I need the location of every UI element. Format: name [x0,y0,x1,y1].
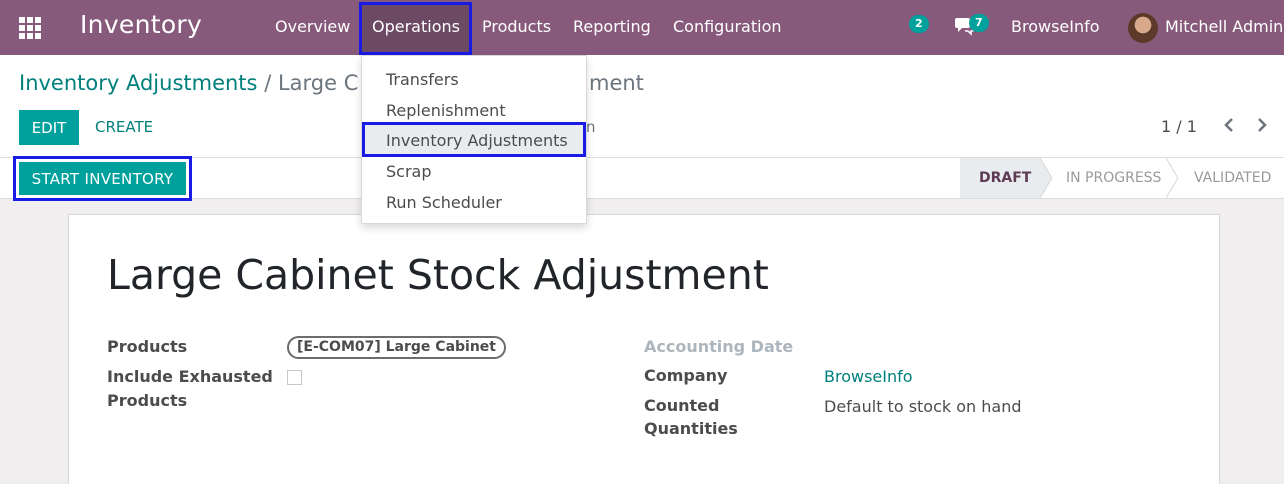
control-panel: Inventory Adjustments / Large C ment EDI… [0,55,1284,158]
stage-in-progress[interactable]: IN PROGRESS [1066,158,1166,198]
menu-configuration[interactable]: Configuration [673,17,782,36]
dropdown-item-inventory-adjustments[interactable]: Inventory Adjustments [386,131,568,150]
activity-badge[interactable]: 2 [909,15,929,33]
status-bar: START INVENTORY DRAFT IN PROGRESS VALIDA… [0,156,1284,201]
edit-button[interactable]: EDIT [19,110,79,145]
app-title[interactable]: Inventory [80,10,202,39]
user-menu[interactable]: Mitchell Admin [1165,17,1283,36]
counted-quantities-value[interactable]: Default to stock on hand [824,397,1022,416]
top-navbar: Inventory Overview Operations Products R… [0,0,1284,55]
dropdown-item-scrap[interactable]: Scrap [386,162,432,181]
products-label: Products [107,337,188,356]
stage-draft[interactable]: DRAFT [960,158,1040,198]
company-label: Company [644,366,728,385]
breadcrumb-parent[interactable]: Inventory Adjustments [19,71,258,95]
menu-reporting[interactable]: Reporting [573,17,651,36]
include-exhausted-checkbox[interactable] [287,370,302,385]
pager-value[interactable]: 1 / 1 [1161,117,1197,136]
dropdown-item-transfers[interactable]: Transfers [386,70,459,89]
breadcrumb: Inventory Adjustments / Large C [19,71,358,95]
menu-overview[interactable]: Overview [275,17,350,36]
form-sheet: Large Cabinet Stock Adjustment Products … [68,214,1220,484]
apps-menu-icon[interactable] [19,17,41,39]
menu-operations[interactable]: Operations [372,17,460,36]
stage-draft-arrow [1040,158,1053,198]
messages-badge[interactable]: 7 [969,14,989,32]
create-button[interactable]: CREATE [95,118,153,136]
record-title[interactable]: Large Cabinet Stock Adjustment [107,251,769,299]
breadcrumb-current: Large C [277,71,359,95]
include-exhausted-label: Include Exhausted [107,367,273,386]
product-tag[interactable]: [E-COM07] Large Cabinet [287,336,506,359]
pager-prev-button[interactable] [1222,115,1236,140]
company-switcher[interactable]: BrowseInfo [1011,17,1100,36]
counted-quantities-label-line2: Quantities [644,419,738,438]
user-avatar[interactable] [1128,13,1158,43]
company-value[interactable]: BrowseInfo [824,367,913,386]
operations-dropdown: Transfers Replenishment Inventory Adjust… [361,55,587,224]
stage-validated[interactable]: VALIDATED [1194,158,1284,198]
menu-products[interactable]: Products [482,17,551,36]
start-inventory-button[interactable]: START INVENTORY [19,162,186,195]
dropdown-item-replenishment[interactable]: Replenishment [386,101,506,120]
action-menu-partial[interactable]: n [586,118,596,136]
pager-next-button[interactable] [1255,115,1269,140]
counted-quantities-label: Counted [644,396,720,415]
breadcrumb-separator: / [264,71,272,95]
accounting-date-label: Accounting Date [644,337,794,356]
breadcrumb-current-tail: ment [589,71,644,95]
include-exhausted-label-line2: Products [107,391,188,410]
dropdown-item-run-scheduler[interactable]: Run Scheduler [386,193,502,212]
stage-in-progress-arrow [1166,158,1179,198]
